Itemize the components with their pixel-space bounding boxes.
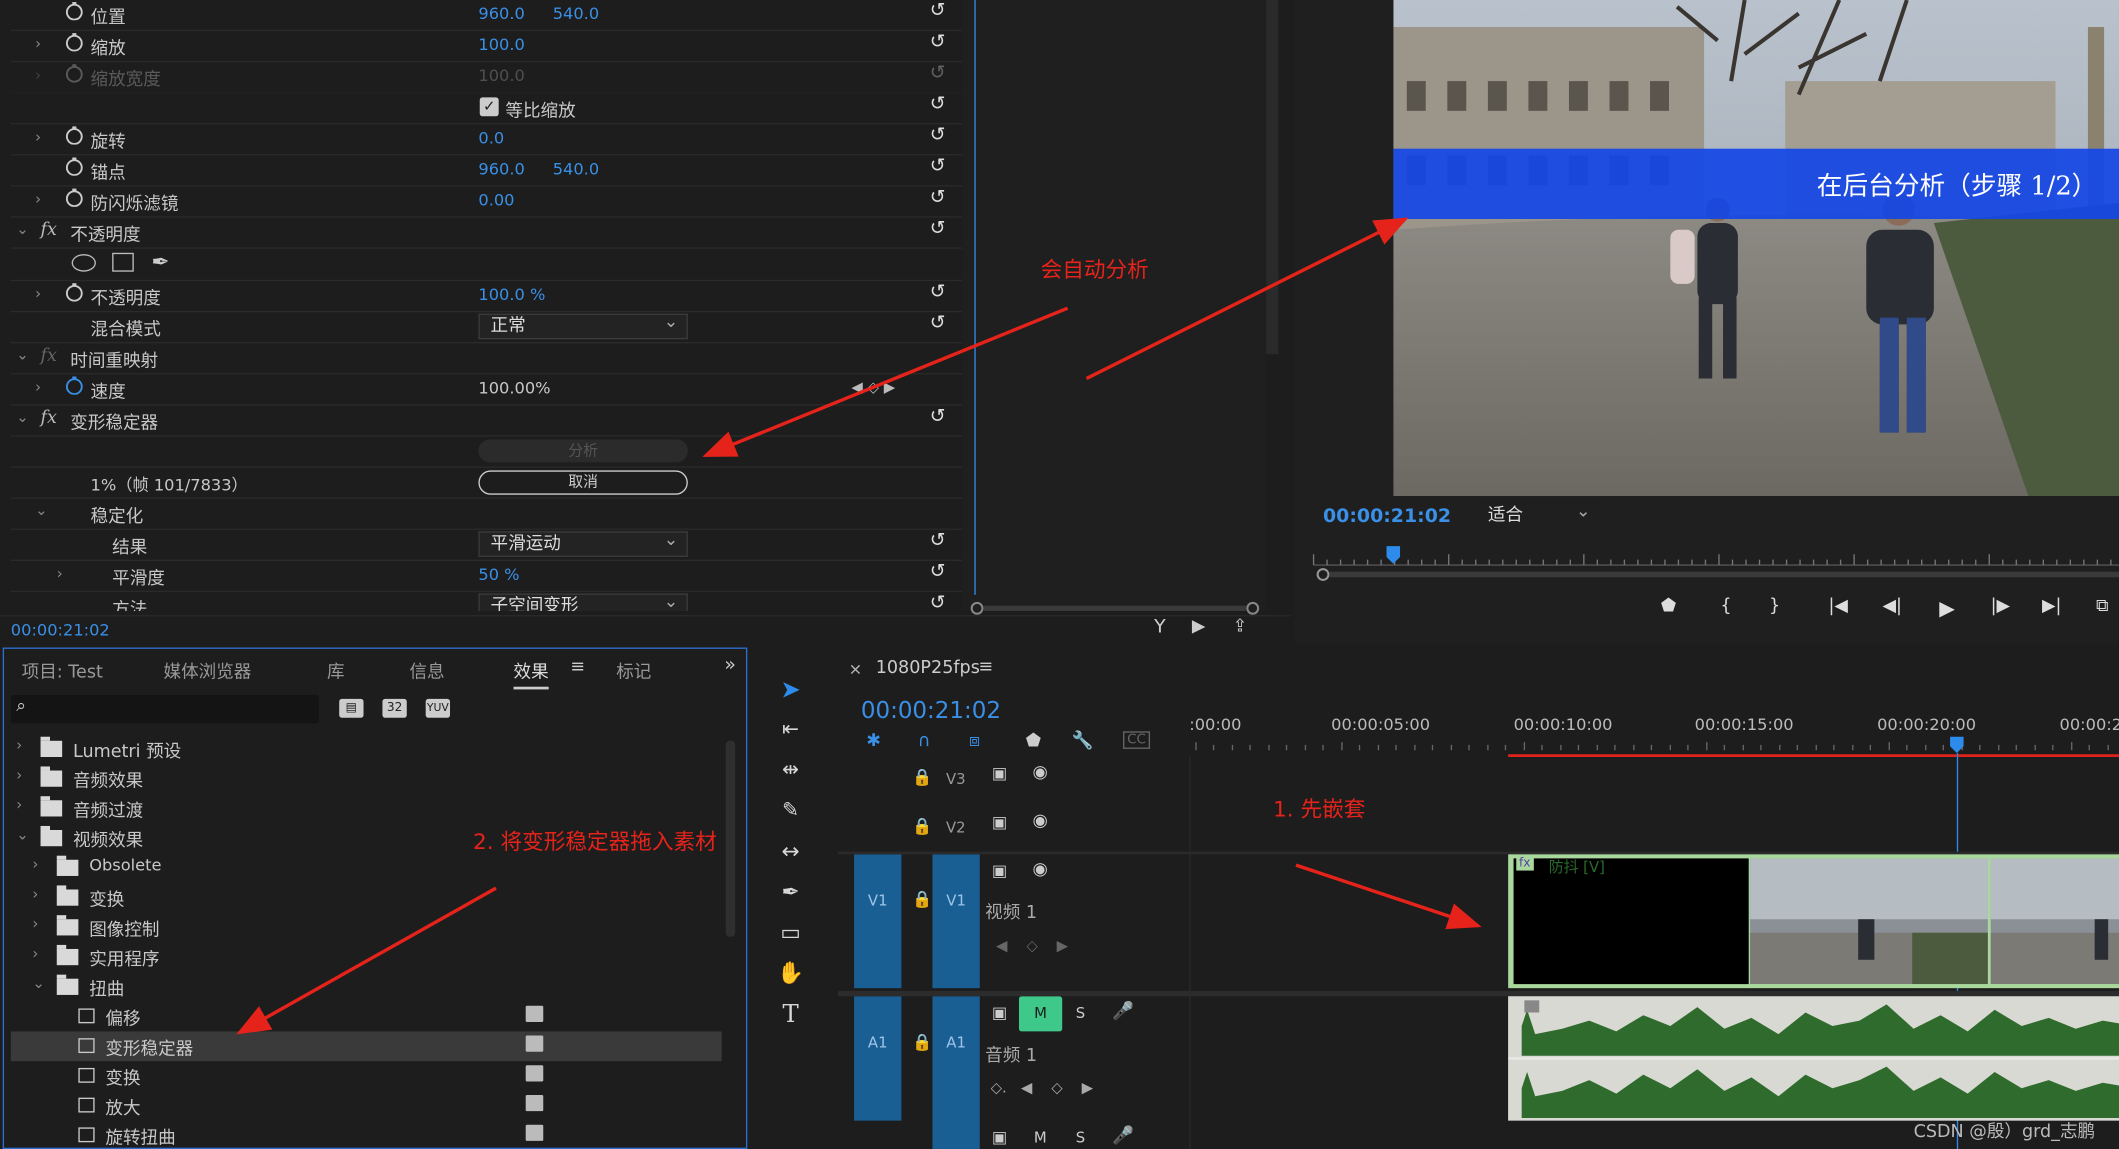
annotation-arrows: [236, 217, 1482, 1035]
watermark: CSDN @殷）grd_志鹏: [1913, 1121, 2096, 1143]
